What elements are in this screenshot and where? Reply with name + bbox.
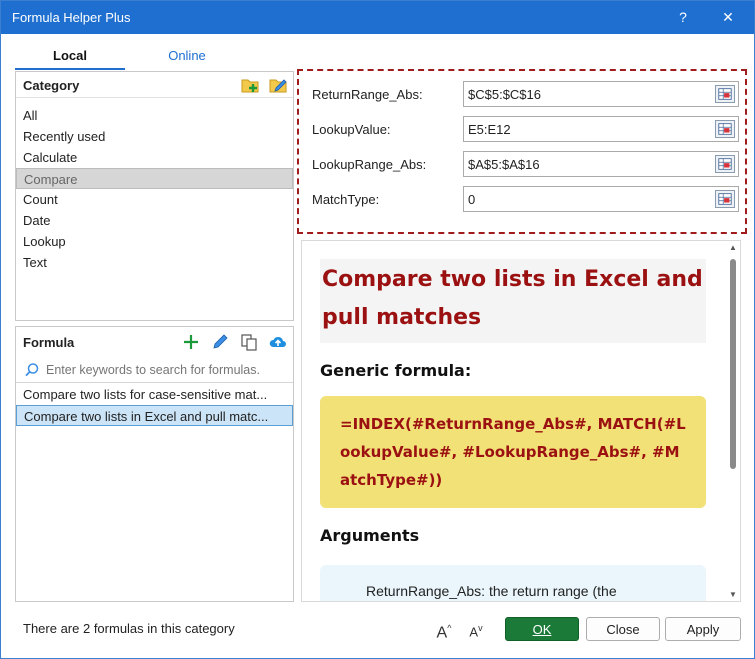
increase-font-button[interactable]: A^ <box>433 617 455 642</box>
help-button[interactable]: ? <box>669 5 697 29</box>
category-item-calculate[interactable]: Calculate <box>16 147 293 168</box>
range-select-icon[interactable] <box>715 190 735 208</box>
range-select-icon[interactable] <box>715 120 735 138</box>
argument-row-match-type: MatchType: 0 <box>309 186 739 212</box>
generic-formula-heading: Generic formula: <box>320 361 472 380</box>
title-bar: Formula Helper Plus ? ✕ <box>1 1 754 34</box>
scroll-up-arrow-icon[interactable]: ▲ <box>728 243 738 252</box>
argument-label: LookupValue: <box>312 122 391 137</box>
ok-button[interactable]: OK <box>505 617 579 641</box>
formula-item[interactable]: Compare two lists for case-sensitive mat… <box>16 384 293 405</box>
tab-online[interactable]: Online <box>125 42 249 70</box>
formula-preview-pane: Compare two lists in Excel and pull matc… <box>301 240 741 602</box>
argument-label: MatchType: <box>312 192 380 207</box>
formula-panel: Formula Enter keywords to search for for… <box>15 326 294 602</box>
argument-value: 0 <box>468 192 476 207</box>
upload-cloud-icon[interactable] <box>269 333 287 351</box>
category-header: Category <box>16 72 293 98</box>
lookup-range-field[interactable]: $A$5:$A$16 <box>463 151 739 177</box>
tab-local[interactable]: Local <box>15 42 125 70</box>
font-up-label: A <box>436 624 448 642</box>
argument-value: $A$5:$A$16 <box>468 157 540 172</box>
scrollbar-thumb[interactable] <box>730 259 736 469</box>
category-list: All Recently used Calculate Compare Coun… <box>16 105 293 273</box>
tab-strip: Local Online <box>15 42 295 70</box>
generic-formula-text: =INDEX(#ReturnRange_Abs#, MATCH(#LookupV… <box>320 396 706 508</box>
category-item-recently-used[interactable]: Recently used <box>16 126 293 147</box>
search-icon <box>25 363 39 377</box>
category-panel: Category All Recently used Calculate Com… <box>15 71 294 321</box>
scroll-down-arrow-icon[interactable]: ▼ <box>728 590 738 599</box>
arguments-heading: Arguments <box>320 526 420 545</box>
decrease-font-button[interactable]: Av <box>465 617 487 639</box>
argument-row-return-range: ReturnRange_Abs: $C$5:$C$16 <box>309 81 739 107</box>
arguments-box: ReturnRange_Abs: $C$5:$C$16 LookupValue:… <box>297 69 747 234</box>
add-formula-icon[interactable] <box>182 333 200 351</box>
window-title: Formula Helper Plus <box>12 10 131 25</box>
preview-title-box: Compare two lists in Excel and pull matc… <box>320 259 706 343</box>
formula-search-input[interactable] <box>46 360 286 380</box>
category-item-lookup[interactable]: Lookup <box>16 231 293 252</box>
close-window-button[interactable]: ✕ <box>714 5 742 29</box>
edit-formula-icon[interactable] <box>211 333 229 351</box>
formula-title: Formula <box>23 335 75 350</box>
category-item-text[interactable]: Text <box>16 252 293 273</box>
preview-scrollbar[interactable]: ▲ ▼ <box>728 241 738 601</box>
font-down-label: A <box>469 624 479 640</box>
preview-title: Compare two lists in Excel and pull matc… <box>322 267 703 330</box>
category-item-all[interactable]: All <box>16 105 293 126</box>
argument-value: $C$5:$C$16 <box>468 87 541 102</box>
argument-label: LookupRange_Abs: <box>312 157 427 172</box>
argument-row-lookup-range: LookupRange_Abs: $A$5:$A$16 <box>309 151 739 177</box>
category-item-count[interactable]: Count <box>16 189 293 210</box>
argument-label: ReturnRange_Abs: <box>312 87 423 102</box>
category-title: Category <box>23 78 80 93</box>
formula-header: Formula <box>16 327 293 353</box>
copy-formula-icon[interactable] <box>240 333 258 351</box>
match-type-field[interactable]: 0 <box>463 186 739 212</box>
edit-category-icon[interactable] <box>269 76 287 94</box>
argument-value: E5:E12 <box>468 122 511 137</box>
close-button[interactable]: Close <box>586 617 660 641</box>
argument-description: ReturnRange_Abs: the return range (the <box>366 583 617 599</box>
return-range-field[interactable]: $C$5:$C$16 <box>463 81 739 107</box>
preview-content: Compare two lists in Excel and pull matc… <box>320 259 706 601</box>
apply-button[interactable]: Apply <box>665 617 741 641</box>
range-select-icon[interactable] <box>715 155 735 173</box>
category-item-compare[interactable]: Compare <box>16 168 293 189</box>
formula-helper-window: Formula Helper Plus ? ✕ Local Online Cat… <box>0 0 755 659</box>
range-select-icon[interactable] <box>715 85 735 103</box>
formula-list: Compare two lists for case-sensitive mat… <box>16 384 293 426</box>
category-item-date[interactable]: Date <box>16 210 293 231</box>
lookup-value-field[interactable]: E5:E12 <box>463 116 739 142</box>
formula-search-row <box>16 357 293 383</box>
formula-item-selected[interactable]: Compare two lists in Excel and pull matc… <box>16 405 293 426</box>
dialog-body: Local Online Category All Recently used … <box>1 34 754 658</box>
argument-row-lookup-value: LookupValue: E5:E12 <box>309 116 739 142</box>
add-category-icon[interactable] <box>241 76 259 94</box>
arguments-description-box: ReturnRange_Abs: the return range (the <box>320 565 706 601</box>
status-text: There are 2 formulas in this category <box>23 621 235 636</box>
